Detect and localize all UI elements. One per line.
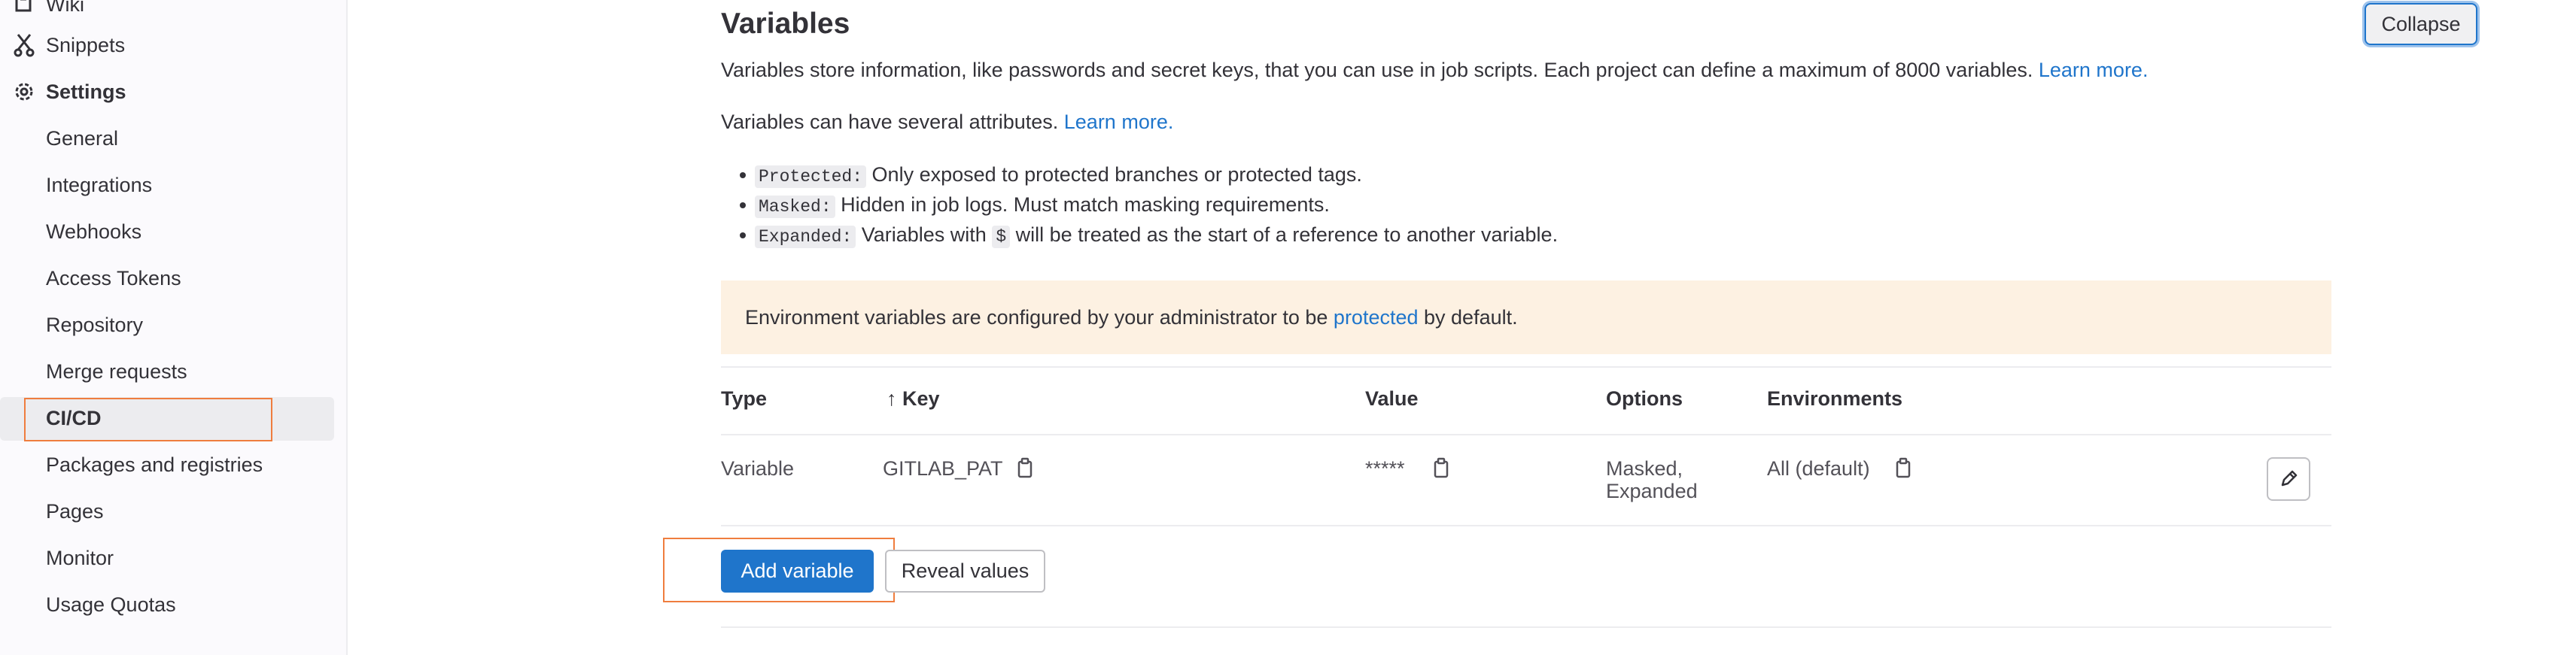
row-key: GITLAB_PAT	[883, 457, 1003, 480]
main-content: Variables Collapse Variables store infor…	[0, 0, 2576, 655]
pencil-icon	[2281, 470, 2298, 487]
attribute-text: Variables with	[861, 223, 987, 246]
edit-variable-button[interactable]	[2267, 457, 2310, 501]
copy-value-icon[interactable]	[1433, 457, 1451, 480]
environment-variables-alert: Environment variables are configured by …	[721, 280, 2331, 354]
column-header-environments: Environments	[1767, 387, 1903, 410]
protected-link[interactable]: protected	[1334, 306, 1419, 329]
attribute-masked: Masked: Hidden in job logs. Must match m…	[739, 190, 1558, 220]
column-header-key-label: Key	[902, 387, 940, 410]
column-header-key[interactable]: ↑ Key	[887, 387, 940, 411]
section-title: Variables	[721, 8, 850, 40]
row-divider	[721, 525, 2331, 526]
alert-text: by default.	[1424, 305, 1518, 329]
attribute-text: Hidden in job logs. Must match masking r…	[841, 193, 1330, 216]
attributes-learn-more-link[interactable]: Learn more.	[1064, 111, 1174, 133]
learn-more-link[interactable]: Learn more.	[2039, 59, 2149, 81]
collapse-button[interactable]: Collapse	[2365, 3, 2477, 45]
table-top-divider	[721, 366, 2331, 368]
attribute-protected: Protected: Only exposed to protected bra…	[739, 159, 1558, 190]
copy-key-icon[interactable]	[1017, 457, 1035, 480]
attribute-text: will be treated as the start of a refere…	[1015, 223, 1559, 246]
row-type: Variable	[721, 457, 795, 480]
attribute-code: Protected:	[755, 165, 867, 188]
attribute-text: Only exposed to protected branches or pr…	[871, 163, 1362, 186]
column-header-value: Value	[1365, 387, 1419, 410]
attributes-intro-text: Variables can have several attributes.	[721, 111, 1059, 133]
variables-description: Variables store information, like passwo…	[721, 59, 2148, 82]
column-header-options: Options	[1606, 387, 1683, 410]
description-text: Variables store information, like passwo…	[721, 59, 2033, 81]
attribute-inline-code: $	[992, 226, 1011, 248]
alert-text: Environment variables are configured by …	[745, 305, 1328, 329]
row-options-line1: Masked,	[1606, 457, 1683, 480]
reveal-values-button[interactable]: Reveal values	[885, 550, 1045, 593]
row-environment: All (default)	[1767, 457, 1870, 480]
column-header-type: Type	[721, 387, 768, 410]
row-options-line2: Expanded	[1606, 480, 1698, 502]
attribute-code: Expanded:	[755, 226, 856, 248]
attributes-intro: Variables can have several attributes. L…	[721, 111, 1173, 134]
copy-environment-icon[interactable]	[1895, 457, 1913, 480]
add-variable-button[interactable]: Add variable	[721, 550, 874, 593]
header-row-divider	[721, 434, 2331, 435]
attributes-list: Protected: Only exposed to protected bra…	[739, 159, 1559, 250]
section-bottom-divider	[721, 626, 2331, 628]
attribute-expanded: Expanded: Variables with $ will be treat…	[739, 220, 1559, 250]
attribute-code: Masked:	[755, 196, 835, 218]
sort-arrow-icon: ↑	[887, 387, 897, 410]
row-value-masked: *****	[1365, 457, 1405, 480]
